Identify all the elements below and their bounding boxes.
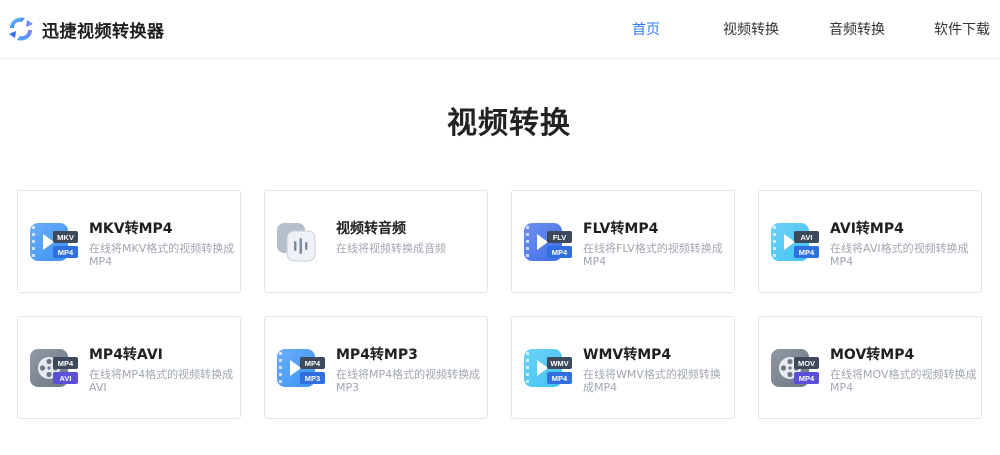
tool-card-description: 在线将MP4格式的视频转换成MP3 bbox=[336, 368, 481, 394]
format-badge-target: MP4 bbox=[547, 372, 572, 384]
video-icon: MP4 MP3 bbox=[275, 347, 329, 389]
page-title: 视频转换 bbox=[447, 106, 571, 141]
format-badge-target: AVI bbox=[53, 372, 78, 384]
format-badge-source: MOV bbox=[794, 357, 819, 369]
tool-card[interactable]: 视频转音频在线将视频转换成音频 bbox=[264, 190, 488, 293]
svg-text:MP3: MP3 bbox=[305, 374, 320, 383]
svg-text:MP4: MP4 bbox=[305, 359, 321, 368]
tool-card-title: MP4转AVI bbox=[89, 347, 163, 363]
tool-card-description: 在线将WMV格式的视频转换成MP4 bbox=[583, 368, 721, 394]
video-icon: MKV MP4 bbox=[28, 221, 82, 263]
film-reel-icon: MOV MP4 bbox=[769, 347, 823, 389]
svg-text:AVI: AVI bbox=[60, 374, 72, 383]
svg-text:WMV: WMV bbox=[550, 359, 568, 368]
format-badge-target: MP4 bbox=[794, 372, 819, 384]
tool-card-title: FLV转MP4 bbox=[583, 221, 659, 237]
tool-card-title: WMV转MP4 bbox=[583, 347, 672, 363]
app-logo-icon bbox=[6, 14, 36, 44]
format-badge-source: AVI bbox=[794, 231, 819, 243]
audio-wave-icon bbox=[275, 221, 329, 263]
tool-card-title: MOV转MP4 bbox=[830, 347, 915, 363]
nav-audio-convert[interactable]: 音频转换 bbox=[829, 19, 885, 39]
format-badge-target: MP3 bbox=[300, 372, 325, 384]
tool-card-description: 在线将FLV格式的视频转换成MP4 bbox=[583, 242, 723, 268]
video-icon: WMV MP4 bbox=[522, 347, 576, 389]
tool-card[interactable]: FLV MP4 FLV转MP4 在线将FLV格式的视频转换成MP4 bbox=[511, 190, 735, 293]
svg-text:FLV: FLV bbox=[553, 233, 567, 242]
top-header: 迅捷视频转换器 首页 视频转换 音频转换 软件下载 bbox=[0, 0, 1000, 59]
svg-text:MP4: MP4 bbox=[552, 248, 568, 257]
format-badge-source: FLV bbox=[547, 231, 572, 243]
film-reel-icon: MP4 AVI bbox=[28, 347, 82, 389]
video-icon: AVI MP4 bbox=[769, 221, 823, 263]
format-badge-source: MP4 bbox=[53, 357, 78, 369]
tool-card-description: 在线将MOV格式的视频转换成MP4 bbox=[830, 368, 977, 394]
format-badge-source: WMV bbox=[547, 357, 572, 369]
tool-card-description: 在线将AVI格式的视频转换成MP4 bbox=[830, 242, 969, 268]
nav-software-download[interactable]: 软件下载 bbox=[934, 19, 990, 39]
brand-logo[interactable]: 迅捷视频转换器 bbox=[6, 14, 165, 44]
tool-card[interactable]: MP4 MP3 MP4转MP3 在线将MP4格式的视频转换成MP3 bbox=[264, 316, 488, 419]
nav-home[interactable]: 首页 bbox=[632, 19, 660, 39]
tool-card-title: 视频转音频 bbox=[336, 221, 406, 237]
svg-text:MP4: MP4 bbox=[58, 359, 74, 368]
tool-card-title: MKV转MP4 bbox=[89, 221, 173, 237]
tool-card-title: MP4转MP3 bbox=[336, 347, 418, 363]
tool-card[interactable]: MP4 AVI MP4转AVI 在线将MP4格式的视频转换成AVI bbox=[17, 316, 241, 419]
format-badge-target: MP4 bbox=[547, 246, 572, 258]
format-badge-source: MKV bbox=[53, 231, 78, 243]
tool-card[interactable]: WMV MP4 WMV转MP4 在线将WMV格式的视频转换成MP4 bbox=[511, 316, 735, 419]
format-badge-target: MP4 bbox=[53, 246, 78, 258]
tool-card-description: 在线将视频转换成音频 bbox=[336, 242, 446, 255]
svg-text:MP4: MP4 bbox=[552, 374, 568, 383]
svg-text:MKV: MKV bbox=[57, 233, 74, 242]
nav-video-convert[interactable]: 视频转换 bbox=[723, 19, 779, 39]
svg-text:MP4: MP4 bbox=[799, 248, 815, 257]
tool-card-description: 在线将MP4格式的视频转换成AVI bbox=[89, 368, 234, 394]
format-badge-source: MP4 bbox=[300, 357, 325, 369]
video-icon: FLV MP4 bbox=[522, 221, 576, 263]
tool-card-title: AVI转MP4 bbox=[830, 221, 904, 237]
svg-text:MP4: MP4 bbox=[58, 248, 74, 257]
tool-card-description: 在线将MKV格式的视频转换成MP4 bbox=[89, 242, 235, 268]
app-name: 迅捷视频转换器 bbox=[42, 21, 165, 42]
svg-text:MOV: MOV bbox=[798, 359, 815, 368]
tool-card[interactable]: AVI MP4 AVI转MP4 在线将AVI格式的视频转换成MP4 bbox=[758, 190, 982, 293]
tool-card[interactable]: MOV MP4 MOV转MP4 在线将MOV格式的视频转换成MP4 bbox=[758, 316, 982, 419]
format-badge-target: MP4 bbox=[794, 246, 819, 258]
svg-text:MP4: MP4 bbox=[799, 374, 815, 383]
tool-card[interactable]: MKV MP4 MKV转MP4 在线将MKV格式的视频转换成MP4 bbox=[17, 190, 241, 293]
svg-text:AVI: AVI bbox=[801, 233, 813, 242]
